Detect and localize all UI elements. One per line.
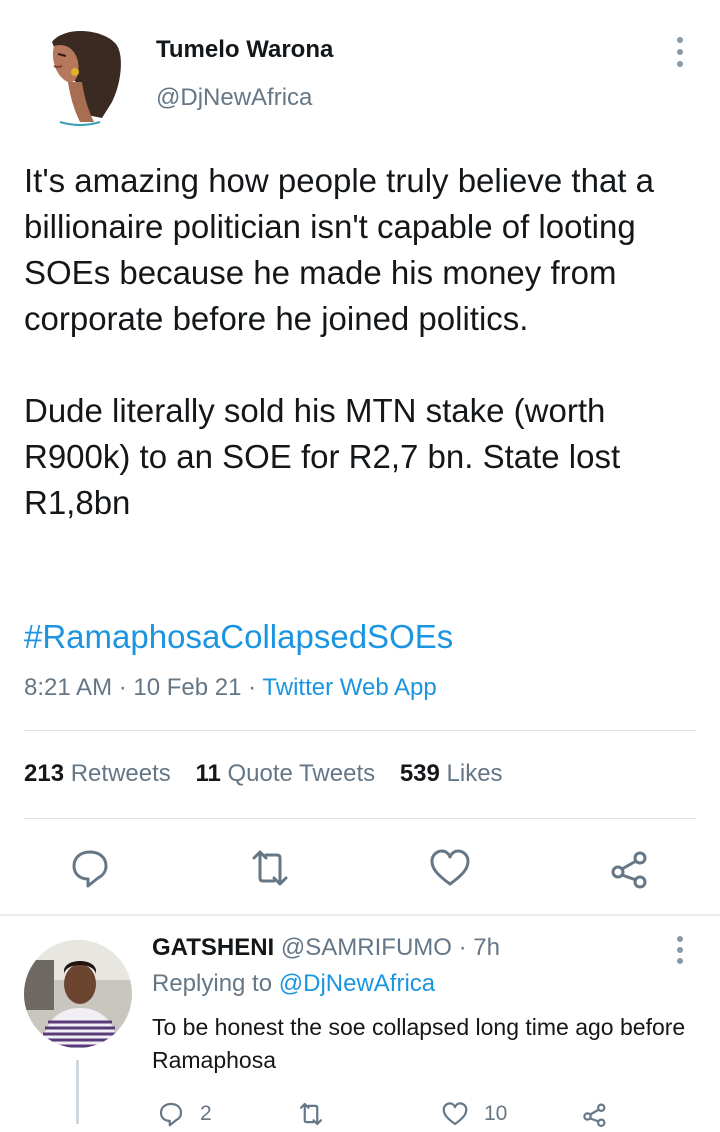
likes-stat[interactable]: 539 Likes — [400, 760, 503, 787]
reply-more-options-icon[interactable] — [664, 934, 696, 966]
replying-to: Replying to @DjNewAfrica — [152, 970, 435, 998]
tweet-paragraph-1: It's amazing how people truly believe th… — [24, 162, 664, 337]
reply-reply-count: 2 — [200, 1102, 212, 1125]
reply-author-handle[interactable]: @SAMRIFUMO — [281, 934, 452, 961]
reply-author-avatar[interactable] — [24, 940, 132, 1048]
tweet-stats: 213 Retweets 11 Quote Tweets 539 Likes — [24, 760, 503, 788]
hashtag-link[interactable]: #RamaphosaCollapsedSOEs — [24, 614, 453, 660]
likes-count: 539 — [399, 760, 440, 787]
reply-age: 7h — [473, 934, 500, 961]
divider — [24, 818, 696, 819]
replying-mention[interactable]: @DjNewAfrica — [279, 970, 435, 997]
likes-label: Likes — [446, 760, 503, 787]
reply-text: To be honest the soe collapsed long time… — [152, 1014, 686, 1073]
reply-like-action[interactable]: 10 — [440, 1096, 507, 1132]
reply-author-name[interactable]: GATSHENI — [152, 934, 274, 961]
tweet-source[interactable]: Twitter Web App — [262, 674, 436, 701]
meta-separator: · — [118, 674, 127, 701]
retweet-icon[interactable] — [246, 844, 294, 892]
quotes-label: Quote Tweets — [227, 760, 376, 787]
reply-reply-action[interactable]: 2 — [156, 1096, 212, 1132]
reply-icon — [159, 1102, 183, 1127]
reply-separator: · — [458, 934, 467, 961]
more-options-icon[interactable] — [664, 34, 696, 70]
quote-tweets-stat[interactable]: 11 Quote Tweets — [195, 760, 375, 787]
section-divider — [0, 914, 720, 916]
tweet-date[interactable]: 10 Feb 21 — [133, 674, 241, 701]
reply-header: GATSHENI @SAMRIFUMO · 7h — [152, 934, 500, 962]
tweet-meta: 8:21 AM · 10 Feb 21 · Twitter Web App — [24, 674, 437, 702]
replying-prefix: Replying to — [152, 970, 273, 997]
reply-share-action[interactable] — [580, 1096, 610, 1132]
reply-like-count: 10 — [484, 1102, 508, 1125]
thread-line — [76, 1060, 79, 1124]
quotes-count: 11 — [195, 760, 221, 787]
share-icon[interactable] — [606, 844, 654, 892]
tweet-paragraph-2: Dude literally sold his MTN stake (worth… — [24, 392, 630, 521]
author-handle[interactable]: @DjNewAfrica — [156, 84, 312, 112]
meta-separator: · — [248, 674, 257, 701]
share-icon — [583, 1103, 606, 1127]
avatar-illustration — [24, 22, 134, 132]
tweet-time[interactable]: 8:21 AM — [24, 674, 112, 701]
retweets-stat[interactable]: 213 Retweets — [24, 760, 171, 787]
retweet-icon — [299, 1102, 323, 1126]
author-avatar[interactable] — [24, 22, 134, 132]
reply-avatar-photo — [24, 940, 132, 1048]
divider — [24, 730, 696, 731]
retweets-label: Retweets — [70, 760, 171, 787]
retweets-count: 213 — [24, 760, 65, 787]
tweet-text: It's amazing how people truly believe th… — [24, 158, 696, 526]
like-icon — [442, 1102, 468, 1126]
reply-retweet-action[interactable] — [296, 1096, 340, 1132]
like-icon[interactable] — [426, 844, 474, 892]
reply-icon[interactable] — [66, 844, 114, 892]
author-name[interactable]: Tumelo Warona — [156, 36, 333, 64]
